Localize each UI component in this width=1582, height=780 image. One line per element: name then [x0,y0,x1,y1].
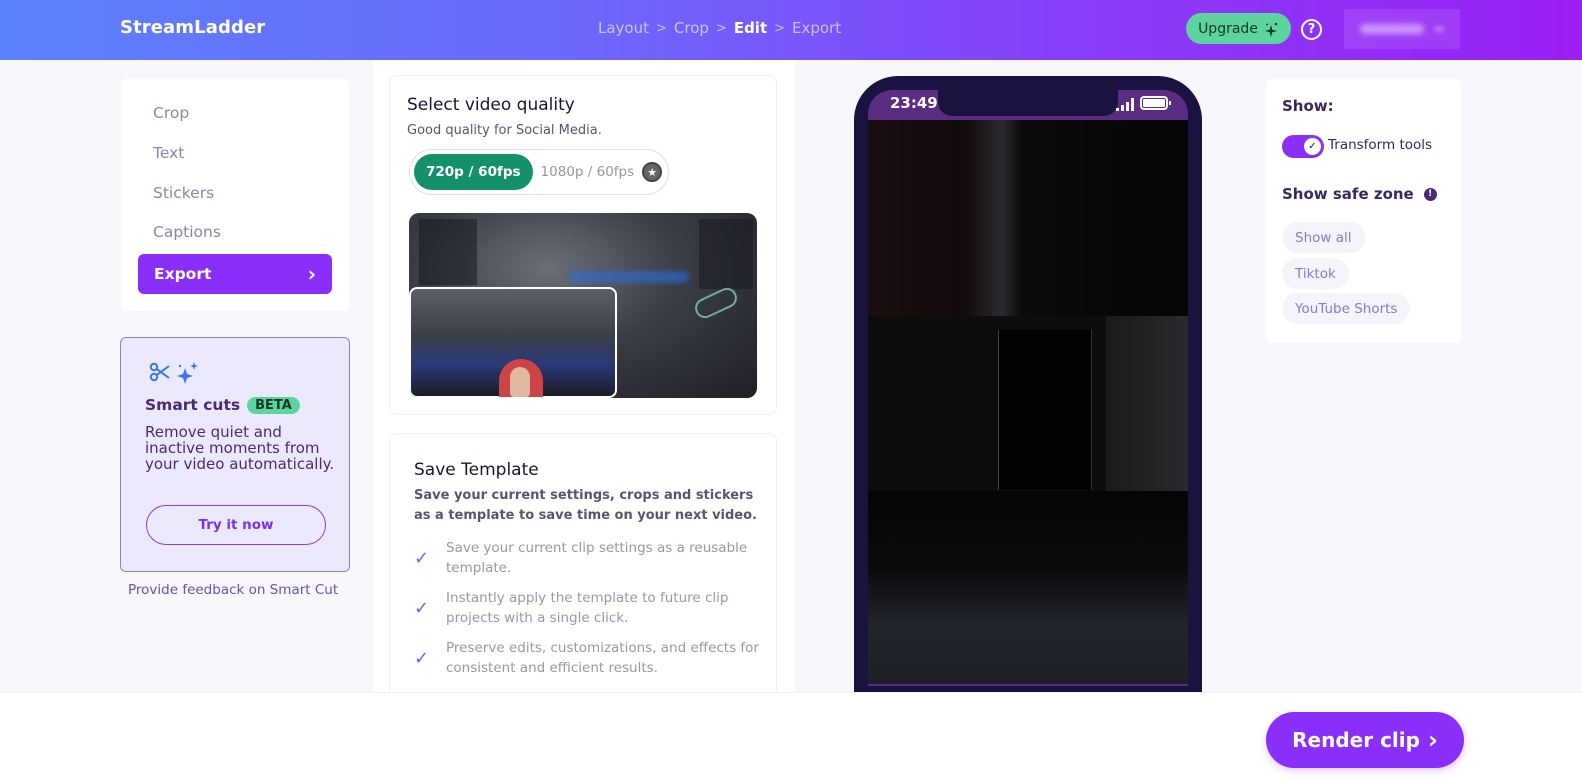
phone-bottom-edge [868,684,1188,686]
sidebar-item-export[interactable]: Export › [138,254,332,294]
check-icon: ✓ [414,597,430,619]
brand-logo[interactable]: StreamLadder [120,17,265,38]
battery-icon [1140,96,1171,110]
safe-zone-show-all[interactable]: Show all [1282,222,1365,253]
chevron-right-icon: > [715,20,727,36]
check-icon: ✓ [1304,138,1321,155]
video-frame-wall [1106,316,1188,491]
upgrade-label: Upgrade [1198,20,1258,37]
safe-zone-tiktok[interactable]: Tiktok [1282,258,1349,289]
quality-option-1080p[interactable]: 1080p / 60fps [541,164,635,180]
smart-cut-feedback-link[interactable]: Provide feedback on Smart Cut [128,582,338,598]
chevron-down-icon [1434,26,1444,32]
video-quality-title: Select video quality [407,95,575,115]
sidebar-item-label: Export [154,265,212,283]
export-settings-column: Select video quality Good quality for So… [373,60,795,713]
template-feature-text: Preserve edits, customizations, and effe… [446,640,759,676]
safe-zone-youtube-shorts[interactable]: YouTube Shorts [1282,293,1411,324]
show-label: Show: [1282,97,1334,115]
phone-notch [938,90,1118,116]
sidebar-item-stickers[interactable]: Stickers [153,184,214,202]
check-icon: ✓ [414,647,430,669]
save-template-subtitle: Save your current settings, crops and st… [414,488,757,523]
try-it-now-button[interactable]: Try it now [146,505,326,545]
beta-badge: BETA [247,396,300,414]
breadcrumb: Layout > Crop > Edit > Export [598,19,841,37]
save-template-card: Save Template Save your current settings… [389,433,777,713]
save-template-title: Save Template [414,460,539,480]
safe-zone-label: Show safe zone [1282,185,1414,203]
breadcrumb-edit[interactable]: Edit [734,19,767,37]
phone-clock: 23:49 [890,94,938,112]
video-frame-doorway [998,330,1092,490]
smart-cuts-title: Smart cuts [145,396,241,414]
chevron-right-icon: > [656,20,667,36]
video-quality-subtitle: Good quality for Social Media. [407,123,602,138]
transform-tools-label: Transform tools [1328,137,1433,153]
telemetry-overlay [699,219,753,289]
quality-option-720p[interactable]: 720p / 60fps [414,154,533,190]
check-icon: ✓ [414,547,430,569]
clip-preview-thumbnail [409,213,757,398]
track-map-image [691,284,741,322]
chevron-right-icon: > [774,20,786,36]
breadcrumb-export[interactable]: Export [792,19,841,37]
help-icon[interactable]: ? [1301,19,1322,40]
premium-star-icon: ★ [642,162,663,182]
sidebar-item-crop[interactable]: Crop [153,104,189,122]
scissors-icon [149,362,170,382]
render-clip-label: Render clip [1292,728,1420,752]
video-frame-floor [868,491,1188,686]
render-clip-button[interactable]: Render clip › [1266,712,1464,768]
video-frame-top [868,120,1188,316]
template-feature-item: ✓ Save your current clip settings as a r… [414,538,759,578]
smart-cuts-card: Smart cuts BETA Remove quiet and inactiv… [120,337,350,572]
chevron-right-icon: › [307,262,316,286]
sidebar-item-text[interactable]: Text [153,144,184,162]
template-feature-item: ✓ Preserve edits, customizations, and ef… [414,638,759,678]
sparkles-icon [177,362,198,384]
quality-selector: 720p / 60fps 1080p / 60fps ★ [409,149,669,195]
breadcrumb-layout[interactable]: Layout [598,19,649,37]
top-bar: StreamLadder Layout > Crop > Edit > Expo… [0,0,1582,60]
chevron-right-icon: › [1427,726,1438,754]
sparkles-icon [1264,22,1278,37]
upgrade-button[interactable]: Upgrade [1186,13,1291,44]
smart-cuts-description: Remove quiet and inactive moments from y… [145,423,335,473]
display-options-panel: Show: ✓ Transform tools Show safe zone !… [1266,79,1461,343]
template-feature-text: Instantly apply the template to future c… [446,590,729,626]
video-canvas[interactable] [868,120,1188,686]
transform-tools-toggle[interactable]: ✓ [1282,135,1324,158]
race-car-image [569,271,689,283]
template-feature-text: Save your current clip settings as a reu… [446,540,748,576]
breadcrumb-crop[interactable]: Crop [674,19,709,37]
video-quality-card: Select video quality Good quality for So… [389,75,777,415]
sidebar-item-captions[interactable]: Captions [153,223,221,241]
account-menu[interactable] [1344,9,1460,49]
account-name-blurred [1360,24,1424,34]
leaderboard-overlay [419,219,477,285]
edit-sidebar: Crop Text Stickers Captions Export › [121,79,349,311]
phone-preview: 23:49 [854,76,1202,696]
signal-icon [1116,97,1134,111]
info-icon[interactable]: ! [1423,187,1437,201]
facecam-inset-thumbnail [409,287,617,398]
streamer-face-image [510,367,530,397]
template-feature-item: ✓ Instantly apply the template to future… [414,588,759,628]
